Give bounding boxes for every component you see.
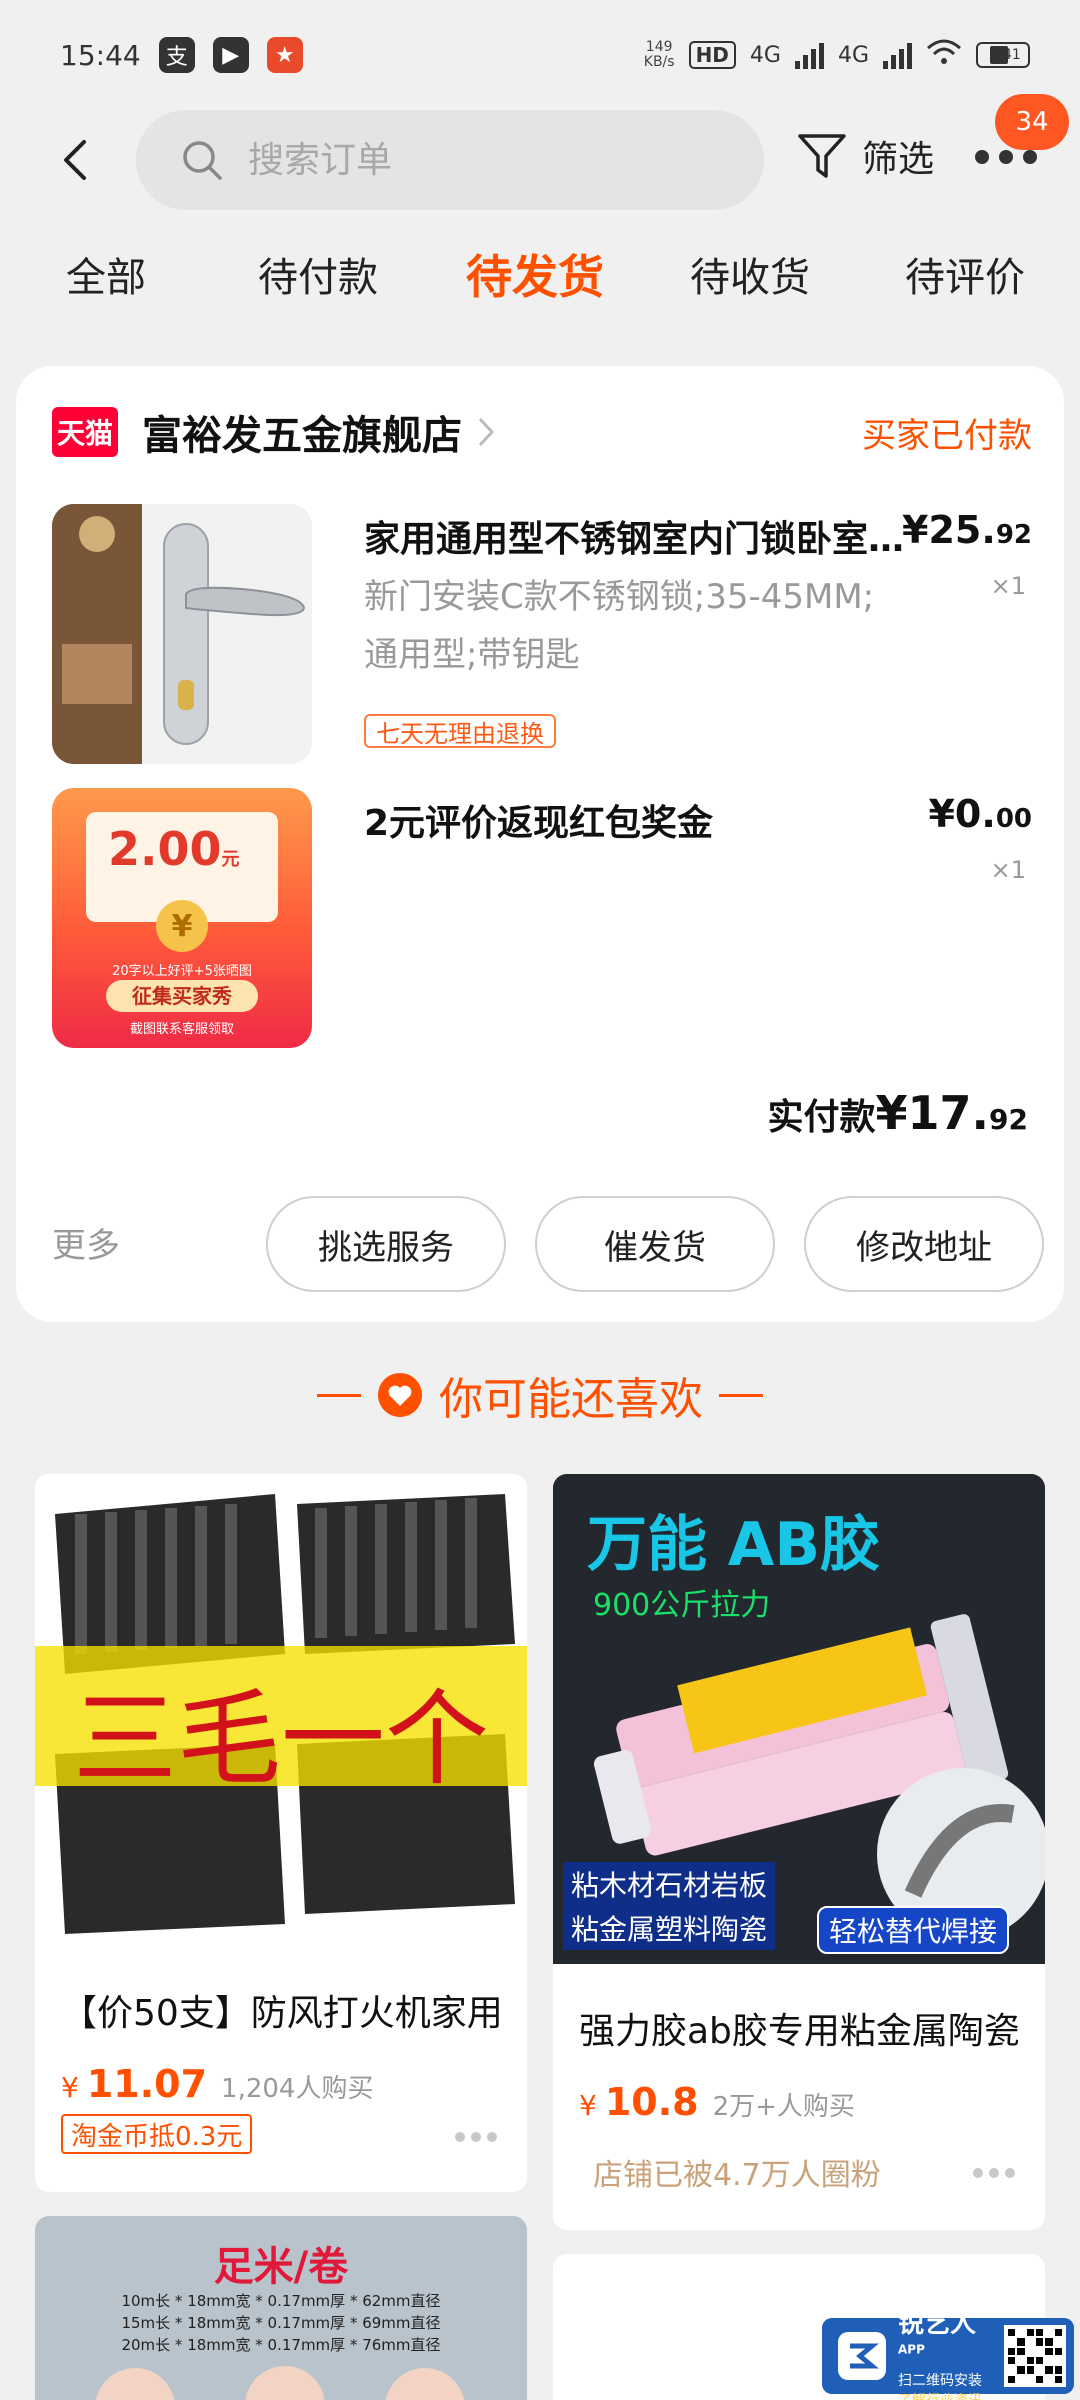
signal-icon [883,41,912,69]
more-options-icon[interactable] [973,2168,1015,2178]
coin-discount-tag: 淘金币抵0.3元 [61,2114,253,2154]
product-card[interactable]: 足米/卷 10m长 * 18mm宽 * 0.17mm厚 * 62mm直径 15m… [35,2216,527,2400]
tape-roll-image [95,2368,175,2400]
tab-pending-review[interactable]: 待评价 [905,245,1025,303]
order-status: 买家已付款 [862,415,1032,456]
product-thumbnail[interactable] [52,504,312,764]
alipay-icon: 支 [158,37,195,73]
tape-roll-image [385,2368,465,2400]
product-title[interactable]: 强力胶ab胶专用粘金属陶瓷 [579,2002,1029,2054]
product-price: ¥10.8 2万+人购买 [579,2080,855,2124]
return-policy-tag: 七天无理由退换 [364,714,556,748]
product-card[interactable]: 万能 AB胶 900公斤拉力 粘木材石材岩板 粘金属塑料陶瓷 轻松替代焊接 强力… [553,1474,1045,2230]
change-address-button[interactable]: 修改地址 [804,1196,1044,1292]
recommend-title: 你可能还喜欢 [439,1374,703,1425]
shop-followers-note: 店铺已被4.7万人圈粉 [593,2158,881,2193]
select-service-button[interactable]: 挑选服务 [266,1196,506,1292]
chevron-right-icon [478,417,495,447]
network-speed: 149 KB/s [643,39,675,70]
dot-icon [1023,150,1037,164]
signal-label-2: 4G [837,42,869,68]
more-menu-button[interactable] [975,150,1037,164]
image-tag: 轻松替代焊接 [817,1906,1010,1954]
more-actions-link[interactable]: 更多 [52,1218,120,1267]
product-quantity: ×1 [990,572,1026,600]
search-input[interactable] [248,139,708,181]
qr-code-icon [1004,2325,1066,2387]
status-bar: 15:44 支 ▶ ★ 149 KB/s HD 4G 4G 41 [0,0,1080,110]
dot-icon [975,150,989,164]
image-subline: 900公斤拉力 [593,1588,771,1623]
order-item[interactable]: 家用通用型不锈钢室内门锁卧室房门锁 新门安装C款不锈钢锁;35-45MM; 通用… [52,504,1032,764]
tab-pending-shipment[interactable]: 待发货 [466,241,604,307]
product-title[interactable]: 【价50支】防风打火机家用 [61,1984,511,2036]
signal-label-1: 4G [749,42,781,68]
divider [317,1393,361,1397]
watermark-name: 锐艺人 [898,2308,977,2339]
back-button[interactable] [55,140,95,180]
shop-header[interactable]: 天猫 富裕发五金旗舰店 买家已付款 [52,402,1032,462]
redpack-line1: 20字以上好评+5张晒图 [112,964,252,979]
door-lock-image [52,504,312,764]
back-arrow-icon [64,140,86,180]
product-price: ¥0.00 [928,792,1032,836]
tab-pending-receipt[interactable]: 待收货 [690,245,810,303]
redpack-amount: 2.00元 [108,822,240,876]
image-headline: 足米/卷 [213,2244,349,2290]
watermark-badge: 锐艺人APP 扫二维码安装 了解行业资讯 [822,2309,1074,2400]
image-tag: 粘木材石材岩板 [563,1862,776,1906]
dot-icon [999,150,1013,164]
clock: 15:44 [60,38,141,72]
more-options-icon[interactable] [455,2132,497,2142]
image-spec-lines: 10m长 * 18mm宽 * 0.17mm厚 * 62mm直径 15m长 * 1… [121,2292,441,2354]
product-quantity: ×1 [990,856,1026,884]
image-tag: 粘金属塑料陶瓷 [563,1906,776,1950]
product-title[interactable]: 家用通用型不锈钢室内门锁卧室房门锁 [364,510,924,562]
order-card[interactable]: 天猫 富裕发五金旗舰店 买家已付款 家用通用型不锈钢室内门锁卧室房门锁 新门安装… [16,366,1064,1322]
product-thumbnail[interactable]: 2.00元 ¥ 20字以上好评+5张晒图 征集买家秀 截图联系客服领取 [52,788,312,1048]
tab-pending-payment[interactable]: 待付款 [258,245,378,303]
order-actions: 更多 挑选服务 催发货 修改地址 [52,1196,1044,1292]
video-play-icon: ▶ [212,37,249,73]
order-tabs: 全部 待付款 待发货 待收货 待评价 [0,245,1080,325]
tmall-logo: 天猫 [52,407,118,457]
image-headline: 万能 AB胶 [587,1510,881,1580]
battery-icon: 41 [976,42,1030,68]
search-bar[interactable] [136,110,764,210]
redpack-line3: 截图联系客服领取 [129,1022,234,1037]
tab-all[interactable]: 全部 [66,245,146,303]
tape-roll-image [245,2366,325,2400]
urge-shipment-button[interactable]: 催发货 [535,1196,775,1292]
product-title[interactable]: 2元评价返现红包奖金 [364,794,924,846]
shop-name[interactable]: 富裕发五金旗舰店 [142,403,462,461]
search-icon [183,141,222,180]
game-app-icon: ★ [266,37,303,73]
filter-button[interactable]: 筛选 [796,130,934,182]
product-sku: 新门安装C款不锈钢锁;35-45MM; 通用型;带钥匙 [364,577,875,675]
watermark-line2: 了解行业资讯 [898,2390,994,2400]
filter-icon [798,134,846,178]
signal-icon [794,41,824,69]
top-bar: 筛选 34 [0,94,1080,210]
divider [719,1393,763,1397]
product-image[interactable]: 三毛一个 [35,1474,527,1964]
product-image[interactable]: 万能 AB胶 900公斤拉力 粘木材石材岩板 粘金属塑料陶瓷 轻松替代焊接 [553,1474,1045,1964]
product-card[interactable]: 三毛一个 【价50支】防风打火机家用 ¥11.07 1,204人购买 淘金币抵0.… [35,1474,527,2192]
recommend-heading: 你可能还喜欢 [0,1360,1080,1430]
redpack-line2: 征集买家秀 [106,980,258,1012]
app-logo-icon [838,2332,886,2380]
message-badge[interactable]: 34 [995,94,1069,150]
hd-icon: HD [688,41,736,69]
product-price: ¥25.92 [902,508,1032,552]
product-price: ¥11.07 1,204人购买 [61,2062,374,2106]
order-item[interactable]: 2.00元 ¥ 20字以上好评+5张晒图 征集买家秀 截图联系客服领取 2元评价… [52,788,1032,1048]
image-banner-text: 三毛一个 [72,1678,489,1800]
watermark-line1: 扫二维码安装 [898,2372,982,2389]
heart-icon [378,1373,422,1417]
yuan-coin-icon: ¥ [156,900,208,952]
filter-label: 筛选 [862,139,935,180]
order-total: 实付款¥17.92 [767,1086,1028,1140]
wifi-icon [926,38,962,72]
